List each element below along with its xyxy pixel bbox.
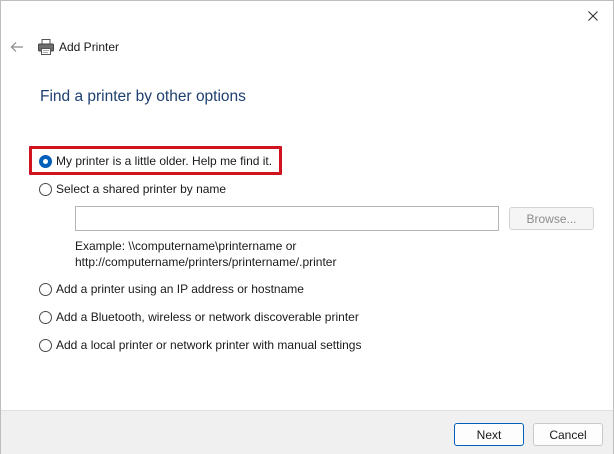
browse-button[interactable]: Browse...	[509, 207, 594, 230]
option-label: Add a printer using an IP address or hos…	[56, 282, 304, 296]
close-button[interactable]	[581, 5, 605, 27]
back-arrow-icon	[10, 42, 23, 52]
option-label: Select a shared printer by name	[56, 182, 227, 196]
radio-older-printer[interactable]	[39, 154, 52, 168]
option-label: My printer is a little older. Help me fi…	[56, 154, 273, 168]
cancel-button[interactable]: Cancel	[533, 423, 603, 446]
radio-bluetooth-wireless[interactable]	[39, 310, 52, 324]
close-icon	[588, 11, 598, 21]
radio-ip-address[interactable]	[39, 282, 52, 296]
example-line-2: http://computername/printers/printername…	[75, 255, 337, 269]
option-bluetooth-wireless[interactable]: Add a Bluetooth, wireless or network dis…	[39, 308, 359, 326]
add-printer-window: Add Printer Find a printer by other opti…	[0, 0, 614, 454]
back-button[interactable]	[7, 37, 27, 57]
next-button[interactable]: Next	[454, 423, 524, 446]
window-header: Add Printer	[1, 35, 613, 59]
radio-shared-printer[interactable]	[39, 182, 52, 196]
window-title: Add Printer	[59, 40, 120, 54]
option-local-printer[interactable]: Add a local printer or network printer w…	[39, 336, 361, 354]
example-text: Example: \\computername\printername or h…	[75, 238, 336, 270]
dialog-footer: Next Cancel	[1, 410, 613, 454]
option-label: Add a Bluetooth, wireless or network dis…	[56, 310, 359, 324]
example-line-1: Example: \\computername\printername or	[75, 239, 297, 253]
option-label: Add a local printer or network printer w…	[56, 338, 362, 352]
radio-local-printer[interactable]	[39, 338, 52, 352]
shared-printer-name-input[interactable]	[75, 206, 499, 231]
printer-icon	[38, 39, 54, 55]
option-shared-printer[interactable]: Select a shared printer by name	[39, 180, 226, 198]
option-older-printer[interactable]: My printer is a little older. Help me fi…	[39, 152, 272, 170]
option-ip-address[interactable]: Add a printer using an IP address or hos…	[39, 280, 304, 298]
page-heading: Find a printer by other options	[40, 88, 246, 105]
